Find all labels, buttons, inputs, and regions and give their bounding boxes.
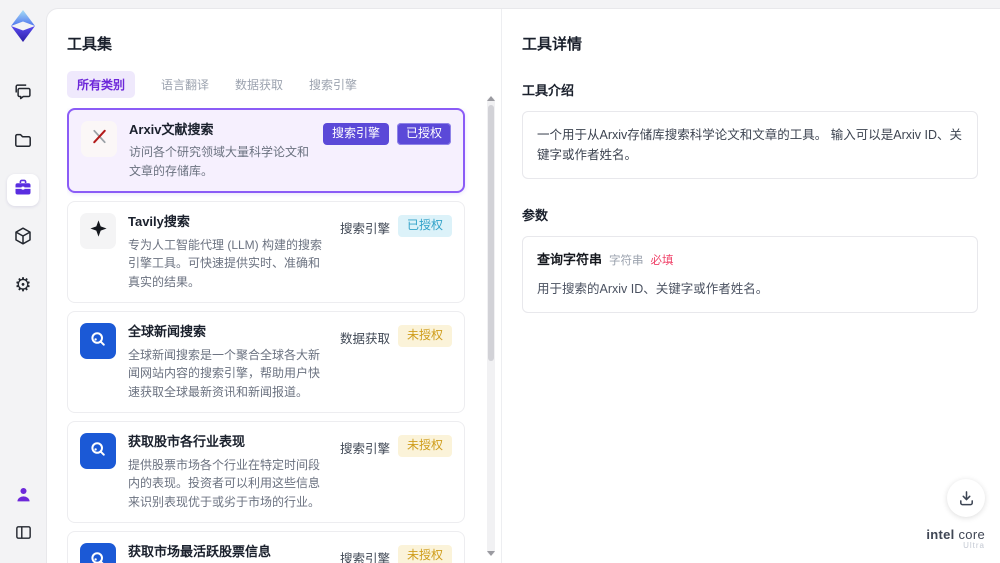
category-tabs: 所有类别 语言翻译 数据获取 搜索引擎 — [67, 70, 477, 98]
category-label: 搜索引擎 — [339, 552, 390, 563]
tool-icon — [80, 213, 116, 250]
tool-icon — [80, 433, 116, 470]
chat-icon — [13, 82, 33, 107]
tool-card[interactable]: 获取市场最活跃股票信息提供当天交易量最高的股票列表，投资者可以利用这些信息来识别… — [67, 531, 465, 563]
rail-item-gear[interactable]: ⚙ — [7, 270, 39, 302]
toolbox-icon — [13, 178, 33, 203]
news-search-icon — [88, 439, 108, 464]
app-logo[interactable] — [7, 8, 39, 44]
tool-body: Arxiv文献搜索访问各个研究领域大量科学论文和文章的存储库。 — [129, 121, 313, 180]
tool-description: 全球新闻搜索是一个聚合全球各大新闻网站内容的搜索引擎，帮助用户快速获取全球最新资… — [128, 347, 321, 399]
tool-body: 获取股市各行业表现提供股票市场各个行业在特定时间段内的表现。投资者可以利用这些信… — [128, 433, 330, 511]
param-description: 用于搜索的Arxiv ID、关键字或作者姓名。 — [537, 281, 769, 296]
rail-item-user-avatar[interactable] — [7, 481, 39, 513]
gear-icon: ⚙ — [14, 275, 32, 296]
auth-status-badge: 已授权 — [397, 215, 452, 237]
tool-card-list: Arxiv文献搜索 访问各个研究领域大量科学论文和文章的存储库。 搜索引擎 已授权 Ta… — [67, 108, 477, 563]
category-label: 数据获取 — [339, 332, 390, 347]
param-box: 查询字符串 字符串 必填 用于搜索的Arxiv ID、关键字或作者姓名。 — [522, 236, 978, 313]
news-search-icon — [88, 549, 108, 563]
category-tab[interactable]: 数据获取 — [235, 76, 283, 93]
tool-description: 访问各个研究领域大量科学论文和文章的存储库。 — [129, 145, 310, 178]
tool-icon — [80, 543, 116, 563]
scroll-up-icon[interactable] — [487, 96, 495, 101]
list-scrollbar[interactable] — [487, 96, 495, 556]
auth-status-badge: 未授权 — [397, 435, 452, 457]
tool-name: 全球新闻搜索 — [128, 324, 207, 340]
sidebar-rail: ⚙ — [0, 0, 46, 563]
brand-intel: intel — [926, 526, 955, 542]
cube-icon — [13, 226, 33, 251]
tool-icon — [81, 121, 117, 157]
rail-item-toolbox[interactable] — [7, 174, 39, 206]
category-tab[interactable]: 所有类别 — [67, 70, 136, 98]
tool-details-column: 工具详情 工具介绍 一个用于从Arxiv存储库搜索科学论文和文章的工具。 输入可… — [501, 9, 1000, 563]
param-name: 查询字符串 — [537, 252, 603, 267]
tool-card[interactable]: 全球新闻搜索全球新闻搜索是一个聚合全球各大新闻网站内容的搜索引擎，帮助用户快速获… — [67, 311, 465, 414]
tool-badges: 搜索引擎 已授权 — [322, 121, 451, 145]
param-required-flag: 必填 — [650, 255, 674, 267]
intel-core-logo: intel core Ultra — [926, 526, 985, 551]
intro-box: 一个用于从Arxiv存储库搜索科学论文和文章的工具。 输入可以是Arxiv ID… — [522, 111, 978, 179]
logo-diamond-icon — [11, 10, 35, 42]
page-title: 工具集 — [67, 36, 113, 53]
intro-heading: 工具介绍 — [522, 83, 575, 98]
folder-icon — [13, 130, 33, 155]
tool-badges: 数据获取 未授权 — [340, 323, 452, 350]
tavily-logo-icon — [89, 219, 108, 243]
tool-card[interactable]: Tavily搜索专为人工智能代理 (LLM) 构建的搜索引擎工具。可快速提供实时… — [67, 201, 465, 304]
auth-status-badge: 未授权 — [397, 545, 452, 563]
rail-item-folder[interactable] — [7, 126, 39, 158]
download-icon — [959, 490, 973, 505]
tool-card[interactable]: 获取股市各行业表现提供股票市场各个行业在特定时间段内的表现。投资者可以利用这些信… — [67, 421, 465, 524]
tool-name: Tavily搜索 — [128, 214, 190, 230]
category-label: 搜索引擎 — [339, 222, 390, 237]
param-head: 查询字符串 字符串 必填 — [537, 250, 963, 271]
tool-name: 获取市场最活跃股票信息 — [128, 544, 272, 560]
params-heading: 参数 — [522, 208, 549, 223]
toolset-column: 工具集 所有类别 语言翻译 数据获取 搜索引擎 Arxiv文献搜索 访问各个研究领域大量… — [47, 9, 501, 563]
category-badge: 搜索引擎 — [322, 123, 389, 145]
tool-badges: 搜索引擎 已授权 — [340, 213, 452, 240]
brand-ultra: Ultra — [963, 541, 985, 551]
tool-name: 获取股市各行业表现 — [128, 434, 246, 450]
auth-status-badge: 未授权 — [397, 325, 452, 347]
rail-item-chat[interactable] — [7, 78, 39, 110]
rail-nav: ⚙ — [7, 78, 39, 302]
news-search-icon — [88, 329, 108, 354]
rail-item-cube[interactable] — [7, 222, 39, 254]
category-label: 搜索引擎 — [339, 442, 390, 457]
main-panel: 工具集 所有类别 语言翻译 数据获取 搜索引擎 Arxiv文献搜索 访问各个研究领域大量… — [46, 8, 1000, 563]
scroll-down-icon[interactable] — [487, 551, 495, 556]
download-button[interactable] — [947, 479, 985, 517]
tool-body: 全球新闻搜索全球新闻搜索是一个聚合全球各大新闻网站内容的搜索引擎，帮助用户快速获… — [128, 323, 330, 401]
tool-body: Tavily搜索专为人工智能代理 (LLM) 构建的搜索引擎工具。可快速提供实时… — [128, 213, 330, 291]
tool-card[interactable]: Arxiv文献搜索访问各个研究领域大量科学论文和文章的存储库。 搜索引擎 已授权 — [67, 108, 465, 194]
rail-bottom — [7, 481, 39, 551]
tool-badges: 搜索引擎 未授权 — [340, 433, 452, 460]
category-tab[interactable]: 语言翻译 — [161, 76, 209, 93]
auth-status-badge: 已授权 — [396, 123, 451, 145]
details-title: 工具详情 — [522, 36, 583, 53]
tool-description: 专为人工智能代理 (LLM) 构建的搜索引擎工具。可快速提供实时、准确和真实的结… — [128, 237, 323, 289]
tool-icon — [80, 323, 116, 360]
tool-name: Arxiv文献搜索 — [129, 122, 214, 137]
tool-badges: 搜索引擎 未授权 — [340, 543, 452, 563]
category-tab[interactable]: 搜索引擎 — [309, 76, 357, 93]
brand-core: core — [958, 526, 985, 542]
rail-item-panel-toggle[interactable] — [7, 519, 39, 551]
tool-description: 提供股票市场各个行业在特定时间段内的表现。投资者可以利用这些信息来识别表现优于或… — [128, 457, 321, 509]
user-avatar-icon — [14, 485, 33, 509]
panel-toggle-icon — [14, 523, 33, 547]
scrollbar-thumb[interactable] — [488, 105, 494, 362]
param-type: 字符串 — [609, 255, 644, 267]
tool-body: 获取市场最活跃股票信息提供当天交易量最高的股票列表，投资者可以利用这些信息来识别… — [128, 543, 330, 563]
arxiv-logo-icon — [90, 127, 109, 151]
